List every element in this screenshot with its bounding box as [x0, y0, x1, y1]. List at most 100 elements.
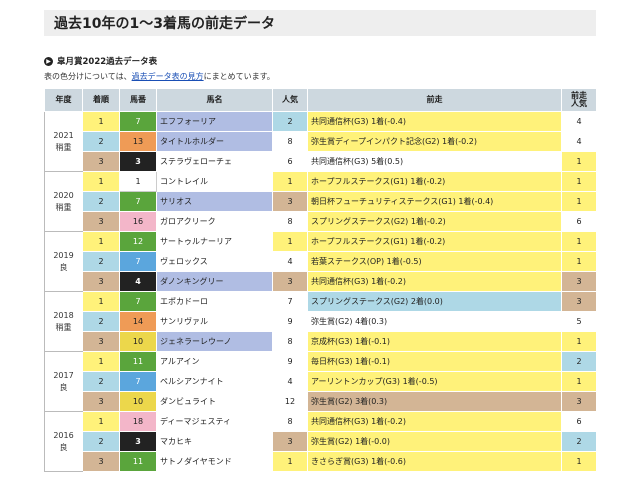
header-gate: 馬番 [119, 88, 157, 112]
previous-race-cell: 弥生賞(G2) 3着(0.3) [307, 391, 562, 412]
rank-cell: 1 [82, 291, 120, 312]
gate-cell: 16 [119, 211, 157, 232]
horse-name-cell: アルアイン [156, 351, 273, 372]
previous-race-cell: 毎日杯(G3) 1着(-0.1) [307, 351, 562, 372]
horse-name-cell: サトノダイヤモンド [156, 451, 273, 472]
popularity-cell: 9 [272, 311, 308, 332]
year-cell: 2016 良 [44, 411, 83, 472]
previous-popularity-cell: 4 [561, 131, 597, 152]
previous-popularity-cell: 2 [561, 351, 597, 372]
header-previous-race: 前走 [307, 88, 562, 112]
track-condition: 良 [59, 262, 68, 272]
previous-race-cell: 弥生賞(G2) 4着(0.3) [307, 311, 562, 332]
color-note: 表の色分けについては、過去データ表の見方にまとめています。 [44, 71, 275, 82]
header-year: 年度 [44, 88, 83, 112]
popularity-cell: 7 [272, 291, 308, 312]
rank-cell: 1 [82, 411, 120, 432]
rank-cell: 2 [82, 251, 120, 272]
popularity-cell: 3 [272, 271, 308, 292]
previous-race-cell: 弥生賞(G2) 1着(-0.0) [307, 431, 562, 452]
horse-name-cell: サンリヴァル [156, 311, 273, 332]
previous-race-cell: 弥生賞ディープインパクト記念(G2) 1着(-0.2) [307, 131, 562, 152]
popularity-cell: 1 [272, 231, 308, 252]
header-popularity: 人気 [272, 88, 308, 112]
previous-race-cell: 共同通信杯(G3) 1着(-0.2) [307, 271, 562, 292]
section-title: 皐月賞2022過去データ表 [57, 57, 158, 67]
previous-popularity-cell: 3 [561, 271, 597, 292]
popularity-cell: 2 [272, 111, 308, 132]
previous-race-cell: アーリントンカップ(G3) 1着(-0.5) [307, 371, 562, 392]
table-row: 2 14 サンリヴァル 9 弥生賞(G2) 4着(0.3) 5 [45, 311, 597, 332]
year-value: 2016 [53, 431, 74, 441]
previous-popularity-cell: 1 [561, 331, 597, 352]
previous-popularity-cell: 1 [561, 151, 597, 172]
previous-race-cell: 朝日杯フューチュリティステークス(G1) 1着(-0.4) [307, 191, 562, 212]
horse-name-cell: ペルシアンナイト [156, 371, 273, 392]
year-cell: 2018 稍重 [44, 291, 83, 352]
previous-race-cell: 共同通信杯(G3) 1着(-0.2) [307, 411, 562, 432]
table-body: 2021 稍重 1 7 エフフォーリア 2 共同通信杯(G3) 1着(-0.4) 4 2 13 タイ… [44, 111, 597, 472]
horse-name-cell: エポカドーロ [156, 291, 273, 312]
rank-cell: 1 [82, 231, 120, 252]
track-condition: 良 [59, 382, 68, 392]
rank-cell: 2 [82, 311, 120, 332]
table-row: 2019 良 1 12 サートゥルナーリア 1 ホープフルステークス(G1) 1着(-0.2… [44, 231, 597, 292]
previous-race-cell: スプリングステークス(G2) 1着(-0.2) [307, 211, 562, 232]
gate-cell: 11 [119, 451, 157, 472]
table-row: 2016 良 1 18 ディーマジェスティ 8 共同通信杯(G3) 1着(-0.2) 6 [44, 411, 597, 472]
gate-cell: 7 [119, 291, 157, 312]
previous-popularity-cell: 1 [561, 451, 597, 472]
previous-race-cell: 京成杯(G3) 1着(-0.1) [307, 331, 562, 352]
gate-cell: 7 [119, 111, 157, 132]
popularity-cell: 8 [272, 411, 308, 432]
year-value: 2020 [53, 191, 74, 201]
previous-popularity-cell: 1 [561, 231, 597, 252]
header-previous-popularity: 前走 人気 [561, 88, 597, 112]
gate-cell: 7 [119, 191, 157, 212]
year-cell: 2020 稍重 [44, 171, 83, 232]
popularity-cell: 4 [272, 371, 308, 392]
table-row: 2 13 タイトルホルダー 8 弥生賞ディープインパクト記念(G2) 1着(-0.2) 4 [45, 131, 597, 152]
gate-cell: 1 [119, 171, 157, 192]
table-row: 2021 稍重 1 7 エフフォーリア 2 共同通信杯(G3) 1着(-0.4) 4 [44, 111, 597, 172]
previous-popularity-cell: 1 [561, 371, 597, 392]
rank-cell: 3 [82, 271, 120, 292]
track-condition: 稍重 [55, 322, 72, 332]
previous-race-cell: ホープフルステークス(G1) 1着(-0.2) [307, 171, 562, 192]
page-title: 過去10年の1〜3着馬の前走データ [54, 16, 275, 32]
previous-race-cell: 共同通信杯(G3) 5着(0.5) [307, 151, 562, 172]
rank-cell: 3 [82, 151, 120, 172]
previous-popularity-cell: 3 [561, 291, 597, 312]
horse-name-cell: マカヒキ [156, 431, 273, 452]
table-row: 3 11 サトノダイヤモンド 1 きさらぎ賞(G3) 1着(-0.6) 1 [45, 451, 597, 472]
table-row: 2020 稍重 1 1 コントレイル 1 ホープフルステークス(G1) 1着(-0.2) 1 [44, 171, 597, 232]
rank-cell: 3 [82, 211, 120, 232]
horse-name-cell: エフフォーリア [156, 111, 273, 132]
gate-cell: 11 [119, 351, 157, 372]
popularity-cell: 3 [272, 191, 308, 212]
previous-popularity-cell: 1 [561, 191, 597, 212]
horse-name-cell: ステラヴェローチェ [156, 151, 273, 172]
horse-name-cell: ガロアクリーク [156, 211, 273, 232]
table-row: 2018 稍重 1 7 エポカドーロ 7 スプリングステークス(G2) 2着(0.0) 3 [44, 291, 597, 352]
year-value: 2018 [53, 311, 74, 321]
table-row: 2 7 ヴェロックス 4 若葉ステークス(OP) 1着(-0.5) 1 [45, 251, 597, 272]
previous-race-cell: 若葉ステークス(OP) 1着(-0.5) [307, 251, 562, 272]
past-results-table: 年度 着順 馬番 馬名 人気 前走 前走 人気 2021 稍重 1 7 エフフォーリア 2 共… [44, 88, 597, 472]
header-rank: 着順 [82, 88, 120, 112]
table-header-row: 年度 着順 馬番 馬名 人気 前走 前走 人気 [44, 88, 597, 112]
previous-popularity-cell: 6 [561, 211, 597, 232]
rank-cell: 1 [82, 351, 120, 372]
rank-cell: 2 [82, 371, 120, 392]
previous-race-cell: 共同通信杯(G3) 1着(-0.4) [307, 111, 562, 132]
previous-race-cell: スプリングステークス(G2) 2着(0.0) [307, 291, 562, 312]
table-guide-link[interactable]: 過去データ表の見方 [132, 72, 204, 81]
gate-cell: 14 [119, 311, 157, 332]
previous-popularity-cell: 2 [561, 431, 597, 452]
gate-cell: 7 [119, 251, 157, 272]
arrow-circle-icon: ▶ [44, 56, 53, 66]
popularity-cell: 12 [272, 391, 308, 412]
table-row: 3 10 ジェネラーレウーノ 8 京成杯(G3) 1着(-0.1) 1 [45, 331, 597, 352]
rank-cell: 2 [82, 431, 120, 452]
previous-popularity-cell: 4 [561, 111, 597, 132]
